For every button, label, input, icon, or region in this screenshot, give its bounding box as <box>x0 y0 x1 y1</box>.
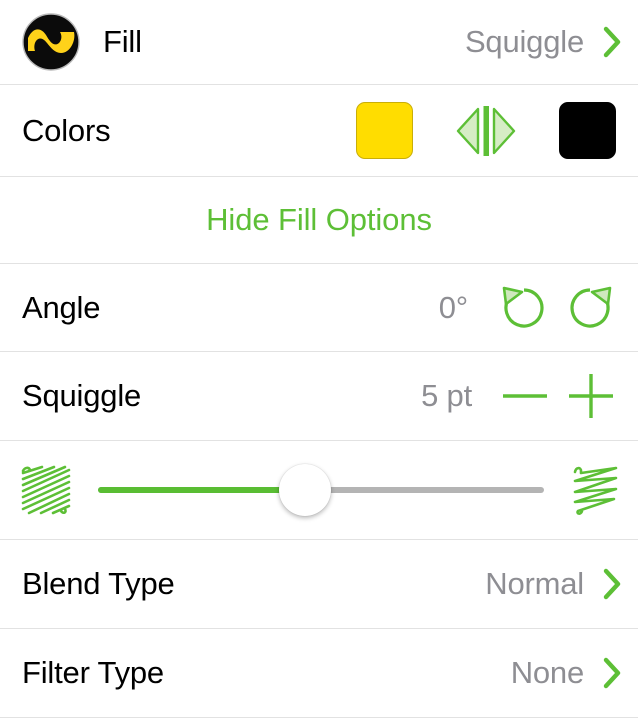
blend-type-label: Blend Type <box>22 566 175 601</box>
hide-fill-options-label[interactable]: Hide Fill Options <box>206 202 432 238</box>
front-color-swatch[interactable] <box>356 102 413 159</box>
fill-label: Fill <box>103 24 142 59</box>
squiggle-label: Squiggle <box>22 378 142 413</box>
filter-type-row[interactable]: Filter Type None <box>0 629 638 717</box>
squiggle-value: 5 pt <box>421 378 472 413</box>
squiggle-amount-slider[interactable] <box>90 462 552 518</box>
slider-thumb[interactable] <box>278 464 331 516</box>
chevron-right-icon[interactable] <box>602 656 622 690</box>
blend-type-row[interactable]: Blend Type Normal <box>0 540 638 628</box>
chevron-right-icon[interactable] <box>602 567 622 601</box>
colors-row: Colors <box>0 85 638 176</box>
fill-options-panel: Fill Squiggle Colors Hide Fill Options A… <box>0 0 638 718</box>
colors-label: Colors <box>22 112 111 148</box>
angle-value: 0° <box>438 289 468 325</box>
squiggle-fill-icon <box>22 13 80 71</box>
sparse-squiggle-icon <box>570 464 622 516</box>
plus-icon[interactable] <box>566 371 616 421</box>
filter-type-value: None <box>510 655 585 690</box>
filter-type-label: Filter Type <box>22 655 164 690</box>
fill-row[interactable]: Fill Squiggle <box>0 0 638 84</box>
angle-label: Angle <box>22 289 101 325</box>
swap-colors-icon[interactable] <box>455 104 517 158</box>
minus-icon[interactable] <box>500 371 550 421</box>
back-color-swatch[interactable] <box>559 102 616 159</box>
squiggle-amount-slider-row <box>0 441 638 539</box>
rotate-counterclockwise-icon[interactable] <box>498 282 550 334</box>
hide-fill-options-row[interactable]: Hide Fill Options <box>0 177 638 263</box>
fill-value: Squiggle <box>464 24 584 59</box>
chevron-right-icon[interactable] <box>602 25 622 59</box>
blend-type-value: Normal <box>485 566 584 601</box>
angle-row: Angle 0° <box>0 264 638 351</box>
rotate-clockwise-icon[interactable] <box>564 282 616 334</box>
dense-squiggle-icon <box>20 464 72 516</box>
squiggle-size-row: Squiggle 5 pt <box>0 352 638 440</box>
